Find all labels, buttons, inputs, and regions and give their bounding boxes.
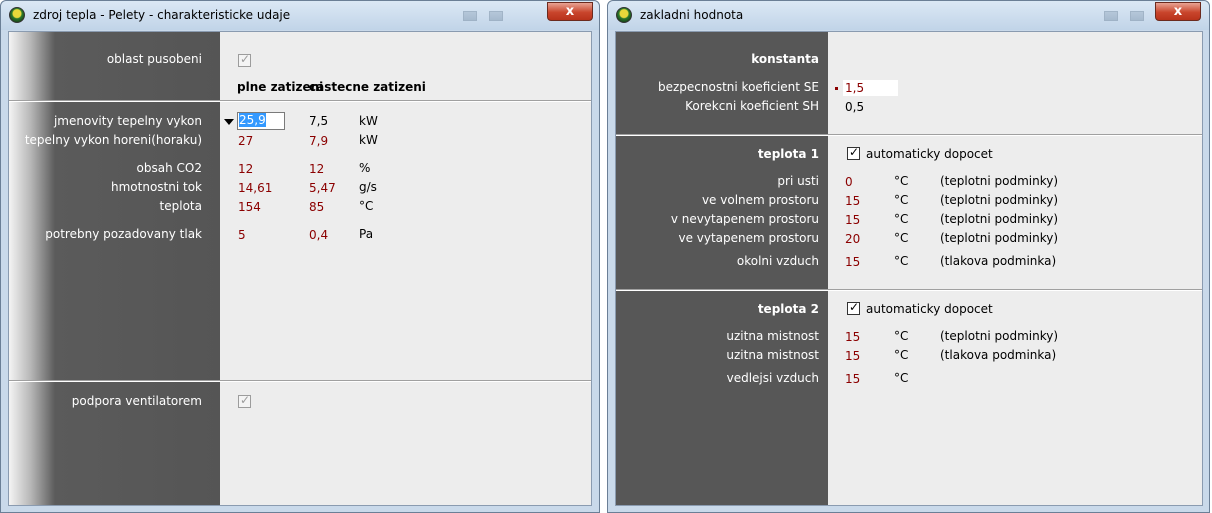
window-content: konstanta bezpecnostni koeficient SE 1,5… xyxy=(615,31,1203,506)
title-bar[interactable]: zakladni hodnota x xyxy=(608,1,1209,30)
t2-row-value: 15 xyxy=(845,372,861,386)
full-value: 5 xyxy=(238,228,246,242)
title-bar[interactable]: zdroj tepla - Pelety - charakteristicke … xyxy=(1,1,599,30)
sh-value: 0,5 xyxy=(845,100,865,114)
t1-row-unit: °C xyxy=(894,231,909,245)
teplota2-heading: teplota 2 xyxy=(757,302,819,316)
section-divider xyxy=(9,380,591,382)
partial-value: 5,47 xyxy=(309,181,336,195)
t1-row-label: okolni vzduch xyxy=(736,254,819,268)
t1-row-note: (teplotni podminky) xyxy=(940,174,1059,188)
t1-row-note: (teplotni podminky) xyxy=(940,193,1059,207)
close-button[interactable]: x xyxy=(1155,2,1201,21)
t2-row-note: (tlakova podminka) xyxy=(940,348,1057,362)
t1-row-value: 15 xyxy=(845,255,861,269)
t1-row-unit: °C xyxy=(894,193,909,207)
app-icon xyxy=(616,7,632,23)
unit-label: kW xyxy=(359,114,378,128)
partial-value: 7,9 xyxy=(309,134,329,148)
se-input[interactable]: 1,5 xyxy=(843,80,898,96)
section-divider xyxy=(616,289,1202,291)
full-value: 27 xyxy=(238,134,254,148)
partial-value: 85 xyxy=(309,200,325,214)
unit-label: Pa xyxy=(359,227,374,241)
window-charakteristicke-udaje: zdroj tepla - Pelety - charakteristicke … xyxy=(0,0,600,513)
row-label: hmotnostni tok xyxy=(111,180,202,194)
teplota2-auto-checkbox[interactable] xyxy=(847,300,860,315)
t1-row-note: (teplotni podminky) xyxy=(940,212,1059,226)
t2-row-note: (teplotni podminky) xyxy=(940,329,1059,343)
t1-row-unit: °C xyxy=(894,212,909,226)
t1-row-value: 15 xyxy=(845,213,861,227)
t2-row-unit: °C xyxy=(894,371,909,385)
t2-row-label: vedlejsi vzduch xyxy=(726,371,819,385)
t2-row-value: 15 xyxy=(845,349,861,363)
oblast-pusobeni-label: oblast pusobeni xyxy=(106,52,202,66)
t1-row-note: (tlakova podminka) xyxy=(940,254,1057,268)
t1-row-label: pri usti xyxy=(777,174,819,188)
t1-row-value: 20 xyxy=(845,232,861,246)
maximize-button[interactable] xyxy=(1130,11,1144,21)
t2-row-unit: °C xyxy=(894,329,909,343)
t2-row-label: uzitna mistnost xyxy=(726,329,819,343)
row-label: potrebny pozadovany tlak xyxy=(45,227,202,241)
sh-label: Korekcni koeficient SH xyxy=(685,99,819,113)
label-sidebar xyxy=(9,32,220,505)
t2-row-label: uzitna mistnost xyxy=(726,348,819,362)
col-header-castecne: castecne zatizeni xyxy=(309,80,426,94)
window-title: zakladni hodnota xyxy=(640,8,744,22)
partial-value: 7,5 xyxy=(309,114,329,128)
t1-row-value: 15 xyxy=(845,194,861,208)
se-label: bezpecnostni koeficient SE xyxy=(658,80,819,94)
partial-value: 0,4 xyxy=(309,228,329,242)
row-label: teplota xyxy=(159,199,202,213)
konstanta-heading: konstanta xyxy=(751,52,819,66)
t1-row-note: (teplotni podminky) xyxy=(940,231,1059,245)
close-button[interactable]: x xyxy=(547,2,593,21)
row-label: jmenovity tepelny vykon xyxy=(53,114,202,128)
required-marker xyxy=(835,87,838,90)
t2-row-unit: °C xyxy=(894,348,909,362)
teplota1-heading: teplota 1 xyxy=(757,147,819,161)
full-value: 12 xyxy=(238,162,254,176)
t2-row-value: 15 xyxy=(845,330,861,344)
full-value: 154 xyxy=(238,200,261,214)
t1-row-label: ve volnem prostoru xyxy=(701,193,819,207)
jmenovity-vykon-input[interactable]: 25,9 xyxy=(237,112,285,130)
unit-label: % xyxy=(359,161,371,175)
t1-row-unit: °C xyxy=(894,174,909,188)
window-content: oblast pusobeni plne zatizeni castecne z… xyxy=(8,31,592,506)
unit-label: kW xyxy=(359,133,378,147)
maximize-button[interactable] xyxy=(489,11,503,21)
window-title: zdroj tepla - Pelety - charakteristicke … xyxy=(33,8,291,22)
teplota1-auto-label: automaticky dopocet xyxy=(866,147,993,161)
t1-row-value: 0 xyxy=(845,175,853,189)
teplota2-auto-label: automaticky dopocet xyxy=(866,302,993,316)
app-icon xyxy=(9,7,25,23)
t1-row-label: ve vytapenem prostoru xyxy=(678,231,819,245)
section-divider xyxy=(9,100,591,102)
teplota1-auto-checkbox[interactable] xyxy=(847,145,860,160)
row-label: tepelny vykon horeni(horaku) xyxy=(24,133,202,147)
minimize-button[interactable] xyxy=(1104,11,1118,21)
oblast-pusobeni-checkbox[interactable] xyxy=(238,52,251,67)
window-zakladni-hodnota: zakladni hodnota x konstanta bezpecnostn… xyxy=(607,0,1210,513)
partial-value: 12 xyxy=(309,162,325,176)
t1-row-label: v nevytapenem prostoru xyxy=(670,212,819,226)
row-label: obsah CO2 xyxy=(136,161,202,175)
section-divider xyxy=(616,134,1202,136)
full-value: 14,61 xyxy=(238,181,273,195)
minimize-button[interactable] xyxy=(463,11,477,21)
unit-label: °C xyxy=(359,199,374,213)
podpora-ventilatorem-label: podpora ventilatorem xyxy=(71,394,202,408)
unit-label: g/s xyxy=(359,180,377,194)
dropdown-arrow-icon[interactable] xyxy=(224,119,234,125)
podpora-ventilatorem-checkbox[interactable] xyxy=(238,393,251,408)
t1-row-unit: °C xyxy=(894,254,909,268)
